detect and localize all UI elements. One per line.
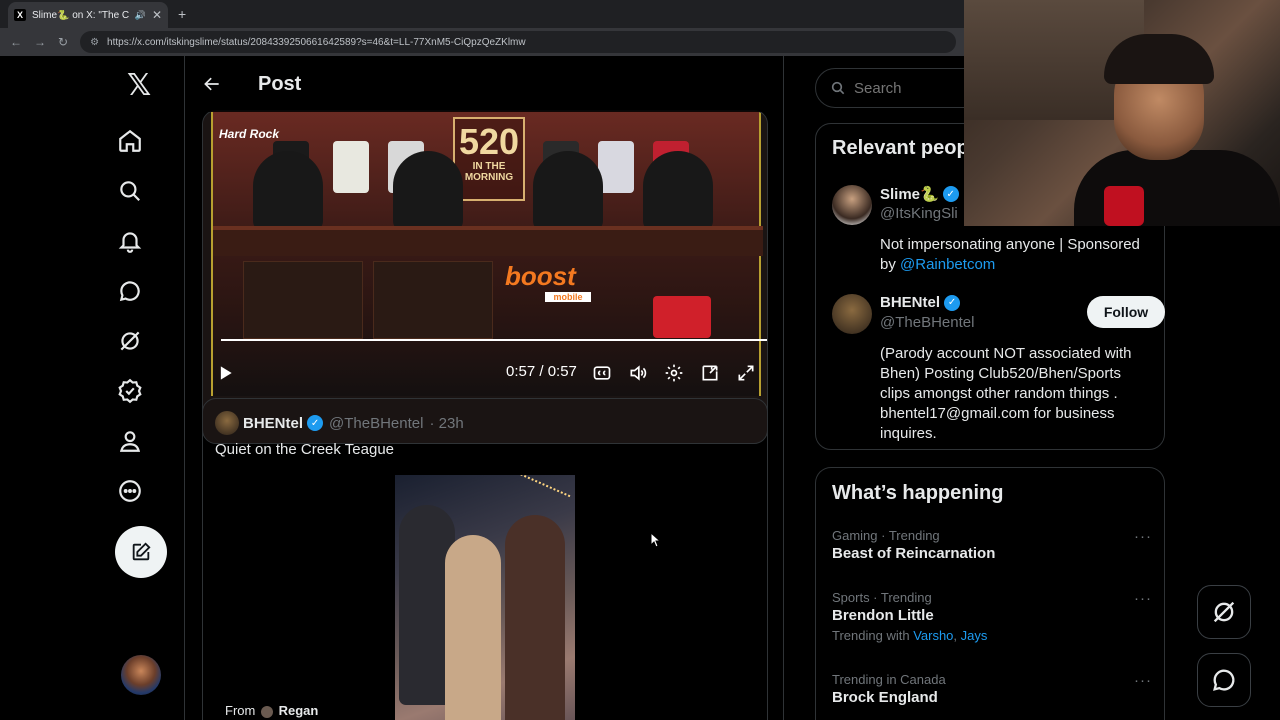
avatar[interactable] (215, 411, 239, 435)
reload-icon[interactable]: ↻ (58, 35, 68, 49)
video-frame: Hard Rock 520 IN THE MORNING boost mobil… (211, 111, 767, 396)
avatar[interactable] (832, 185, 872, 225)
person-handle: @ItsKingSli (880, 205, 958, 222)
trend-link[interactable]: Varsho (913, 628, 953, 643)
url-field[interactable]: ⚙ https://x.com/itskingslime/status/2084… (80, 31, 956, 53)
x-logo-icon[interactable]: 𝕏 (127, 71, 155, 101)
compose-icon (132, 542, 151, 561)
webcam-overlay (964, 0, 1280, 226)
search-input[interactable] (854, 79, 974, 97)
captions-icon[interactable] (592, 363, 612, 383)
left-navigation: 𝕏 (100, 56, 185, 720)
messages-fab-button[interactable] (1197, 653, 1251, 707)
settings-gear-icon[interactable] (664, 363, 684, 383)
address-bar: ← → ↻ ⚙ https://x.com/itskingslime/statu… (0, 28, 964, 56)
home-icon[interactable] (117, 128, 143, 154)
compose-post-button[interactable] (115, 526, 167, 578)
back-arrow-icon[interactable] (202, 74, 222, 94)
video-progress-bar[interactable] (221, 339, 767, 341)
verified-badge-icon: ✓ (944, 294, 961, 311)
media-image (395, 475, 575, 720)
person-item[interactable]: BHENtel ✓ @TheBHentel Follow (Parody acc… (832, 294, 1165, 442)
trend-item[interactable]: Trending in Canada Brock England ··· (832, 672, 1152, 706)
grok-icon[interactable] (117, 328, 143, 354)
pip-icon[interactable] (700, 363, 720, 383)
from-avatar-icon (260, 705, 273, 718)
post-time: · 23h (429, 414, 464, 432)
person-bio: (Parody account NOT associated with Bhen… (880, 345, 1132, 442)
speaker-icon: 🔊 (134, 9, 146, 20)
person-name[interactable]: Slime🐍 (880, 185, 939, 203)
more-options-icon[interactable] (117, 478, 143, 504)
fullscreen-icon[interactable] (736, 363, 756, 383)
forward-nav-icon[interactable]: → (34, 35, 46, 49)
video-player[interactable]: Hard Rock 520 IN THE MORNING boost mobil… (202, 110, 768, 444)
grok-icon (1213, 601, 1235, 623)
whats-happening-card: What’s happening Gaming · Trending Beast… (815, 467, 1165, 720)
volume-icon[interactable] (628, 363, 648, 383)
browser-tab[interactable]: X Slime🐍 on X: "The Club 5... 🔊 ✕ (8, 2, 168, 28)
browser-tabbar: X Slime🐍 on X: "The Club 5... 🔊 ✕ + (0, 0, 964, 28)
message-bubble-icon (1213, 669, 1235, 691)
more-dots-icon[interactable]: ··· (1134, 590, 1152, 607)
play-icon[interactable] (215, 363, 235, 383)
trend-link[interactable]: Jays (961, 628, 988, 643)
follow-button[interactable]: Follow (1087, 296, 1165, 328)
quoted-post[interactable]: BHENtel ✓ @TheBHentel · 23h Quiet on the… (202, 398, 768, 720)
person-handle: @TheBHentel (880, 314, 975, 331)
search-icon (831, 81, 845, 95)
profile-icon[interactable] (117, 428, 143, 454)
hardrock-logo: Hard Rock (219, 127, 280, 141)
more-dots-icon[interactable]: ··· (1134, 528, 1152, 545)
messages-icon[interactable] (117, 278, 143, 304)
author-handle: @TheBHentel (329, 414, 424, 432)
quoted-post-text: Quiet on the Creek Teague (215, 441, 395, 458)
quoted-post-media[interactable]: From Regan (203, 475, 767, 720)
main-column: Post Hard Rock 520 IN THE MORNING boost (186, 56, 784, 720)
post-header: Post (186, 56, 783, 112)
account-avatar[interactable] (121, 655, 161, 695)
new-tab-button[interactable]: + (178, 6, 186, 22)
bio-link[interactable]: @Rainbetcom (900, 256, 995, 273)
verified-orgs-icon[interactable] (117, 378, 143, 404)
from-attribution[interactable]: From Regan (225, 703, 318, 718)
tab-title: Slime🐍 on X: "The Club 5... (32, 9, 129, 21)
grok-fab-button[interactable] (1197, 585, 1251, 639)
back-nav-icon[interactable]: ← (10, 35, 22, 49)
quoted-post-header: BHENtel ✓ @TheBHentel · 23h (215, 411, 464, 435)
trend-item[interactable]: Sports · Trending Brendon Little Trendin… (832, 590, 1152, 643)
verified-badge-icon: ✓ (307, 415, 324, 431)
studio-sign: 520 IN THE MORNING (453, 117, 525, 201)
relevant-people-title: Relevant peop (832, 137, 969, 159)
person-bio: Not impersonating anyone | Sponsored by … (880, 236, 1140, 273)
site-info-icon[interactable]: ⚙ (90, 37, 99, 48)
mouse-cursor-icon (650, 532, 660, 548)
page-title: Post (258, 72, 302, 95)
avatar[interactable] (832, 294, 872, 334)
video-time: 0:57 / 0:57 (506, 363, 577, 380)
boost-mobile-logo: boost mobile (505, 261, 597, 302)
notifications-bell-icon[interactable] (117, 228, 143, 254)
whats-happening-title: What’s happening (832, 482, 1004, 504)
close-tab-icon[interactable]: ✕ (152, 8, 162, 22)
author-name[interactable]: BHENtel (243, 415, 303, 432)
explore-search-icon[interactable] (117, 178, 143, 204)
verified-badge-icon: ✓ (942, 186, 959, 202)
video-controls: 0:57 / 0:57 (203, 355, 767, 385)
url-text: https://x.com/itskingslime/status/208433… (107, 36, 526, 48)
x-favicon-icon: X (14, 9, 26, 21)
person-name[interactable]: BHENtel (880, 294, 940, 311)
more-dots-icon[interactable]: ··· (1134, 672, 1152, 689)
trend-item[interactable]: Gaming · Trending Beast of Reincarnation… (832, 528, 1152, 562)
